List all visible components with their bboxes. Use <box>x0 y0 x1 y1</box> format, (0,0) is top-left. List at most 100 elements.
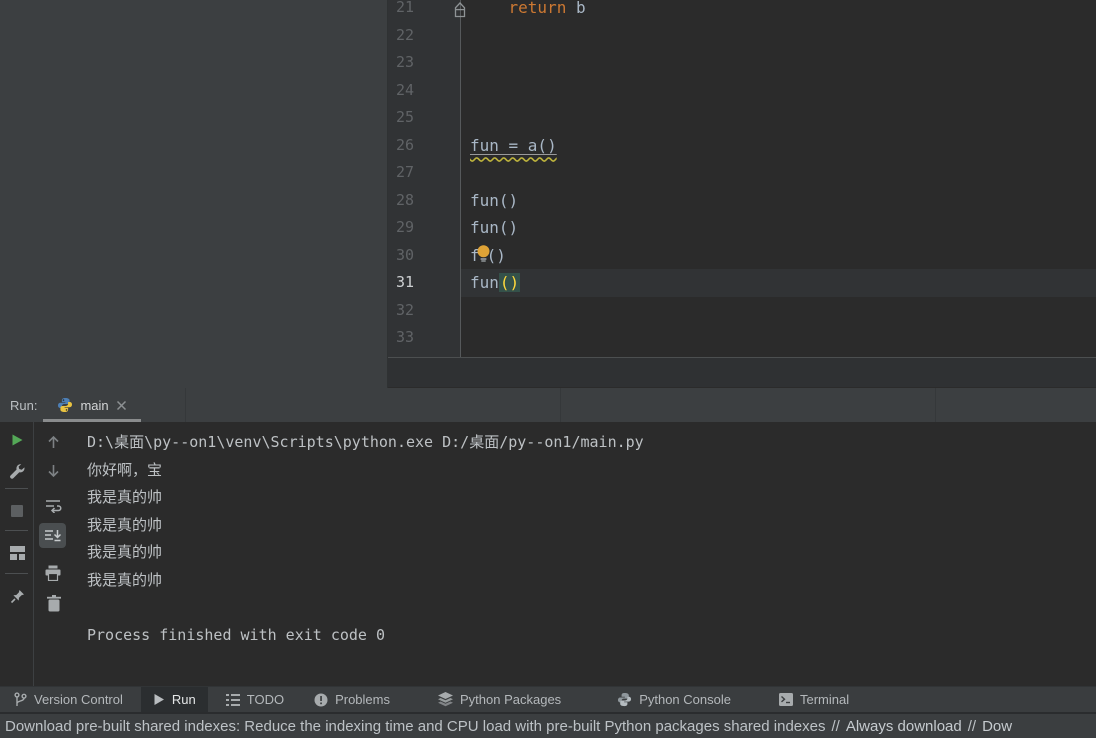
line-number: 27 <box>396 163 415 181</box>
header-divider <box>935 388 936 422</box>
line-number: 33 <box>396 328 415 346</box>
download-once-link-truncated[interactable]: Dow <box>982 718 1012 735</box>
toolwindow-run[interactable]: Run <box>140 687 208 712</box>
run-toolwindow-header: Run: main <box>0 388 1096 422</box>
toolwindow-label: Python Packages <box>460 692 562 707</box>
top-area: 21 return b 22 23 24 25 26 fun = a() 27 … <box>0 0 1096 388</box>
rerun-button[interactable] <box>6 429 28 451</box>
console-toolbar <box>34 422 72 686</box>
run-console-output[interactable]: D:\桌面\py--on1\venv\Scripts\python.exe D:… <box>72 422 1096 686</box>
console-line: 我是真的帅 <box>87 570 163 589</box>
run-toolwindow-body: D:\桌面\py--on1\venv\Scripts\python.exe D:… <box>0 422 1096 686</box>
console-line: 我是真的帅 <box>87 543 163 562</box>
code-text[interactable]: fun = a() <box>461 132 1096 160</box>
code-editor[interactable]: 21 return b 22 23 24 25 26 fun = a() 27 … <box>388 0 1096 358</box>
line-number: 30 <box>396 245 415 264</box>
toolwindow-bar: Version Control Run TODO Problems Python… <box>0 686 1096 712</box>
toolwindow-version-control[interactable]: Version Control <box>2 687 135 712</box>
console-line: 你好啊，宝 <box>87 460 163 479</box>
intention-bulb-icon[interactable] <box>477 243 490 271</box>
code-line: 22 <box>388 22 1096 50</box>
line-number: 32 <box>396 300 415 319</box>
editor-bottom-band <box>388 358 1096 387</box>
toolbar-separator <box>5 488 28 489</box>
status-separator: // <box>967 717 977 735</box>
console-line: 我是真的帅 <box>87 515 163 534</box>
toolwindow-problems[interactable]: Problems <box>302 687 402 712</box>
code-text[interactable]: fun() <box>461 187 1096 215</box>
code-text[interactable] <box>461 22 1096 50</box>
up-stack-trace-icon[interactable] <box>42 431 64 453</box>
code-text[interactable] <box>461 297 1096 325</box>
toolwindow-todo[interactable]: TODO <box>214 687 296 712</box>
code-line-current: 31 fun() <box>388 269 1096 297</box>
code-text[interactable] <box>461 159 1096 187</box>
line-number: 28 <box>396 190 415 209</box>
code-token: fun <box>470 273 499 292</box>
code-text[interactable] <box>461 324 1096 352</box>
close-icon[interactable] <box>116 400 127 411</box>
code-line: 30 f() <box>388 242 1096 270</box>
terminal-icon <box>778 693 793 706</box>
code-text[interactable]: fun() <box>461 214 1096 242</box>
python-console-icon <box>617 692 632 707</box>
line-number: 29 <box>396 218 415 236</box>
scroll-to-end-icon[interactable] <box>42 525 64 547</box>
toolwindow-label: Run <box>171 692 196 707</box>
toolwindow-label: Terminal <box>799 692 850 707</box>
toolbar-separator <box>5 573 28 574</box>
down-stack-trace-icon[interactable] <box>42 460 64 482</box>
code-line: 26 fun = a() <box>388 132 1096 160</box>
console-line: Process finished with exit code 0 <box>87 626 386 645</box>
header-divider <box>560 388 561 422</box>
warning-squiggle: fun = a() <box>470 136 557 155</box>
toolbar-separator <box>5 530 28 531</box>
code-line: 28 fun() <box>388 187 1096 215</box>
code-text[interactable] <box>461 104 1096 132</box>
line-number: 21 <box>396 0 415 16</box>
status-banner: Download pre-built shared indexes: Reduc… <box>0 712 1096 738</box>
toolwindow-python-packages[interactable]: Python Packages <box>426 687 573 712</box>
matched-paren-highlight: () <box>498 273 521 292</box>
soft-wrap-icon[interactable] <box>42 494 64 516</box>
stop-button[interactable] <box>6 500 28 522</box>
code-line: 29 fun() <box>388 214 1096 242</box>
code-token: fun() <box>470 218 519 237</box>
code-text[interactable]: fun() <box>461 269 1096 297</box>
code-line: 21 return b <box>388 0 1096 22</box>
fold-region-marker-icon[interactable] <box>452 1 468 23</box>
line-number: 25 <box>396 108 415 126</box>
run-play-icon <box>153 693 165 706</box>
print-icon[interactable] <box>42 562 64 584</box>
run-toolbar-left <box>0 422 34 686</box>
code-text[interactable] <box>461 77 1096 105</box>
toolwindow-label: Python Console <box>639 692 731 707</box>
python-logo-icon <box>57 397 73 413</box>
code-text[interactable] <box>461 49 1096 77</box>
code-token: fun() <box>470 190 519 210</box>
pin-icon[interactable] <box>6 585 28 607</box>
code-line: 24 <box>388 77 1096 105</box>
toolwindow-terminal[interactable]: Terminal <box>767 687 861 712</box>
code-text[interactable]: f() <box>461 242 1096 270</box>
code-line: 33 <box>388 324 1096 352</box>
line-number: 22 <box>396 25 415 44</box>
run-tab-main[interactable]: main <box>43 388 141 422</box>
line-number: 23 <box>396 53 415 71</box>
pycharm-window: 21 return b 22 23 24 25 26 fun = a() 27 … <box>0 0 1096 738</box>
wrench-icon[interactable] <box>6 460 28 482</box>
code-line: 32 <box>388 297 1096 325</box>
toolwindow-python-console[interactable]: Python Console <box>605 687 743 712</box>
always-download-link[interactable]: Always download <box>846 718 962 735</box>
toolwindow-label: Version Control <box>34 692 123 707</box>
code-text[interactable]: return b <box>461 0 1096 22</box>
code-lines: 21 return b 22 23 24 25 26 fun = a() 27 … <box>388 0 1096 352</box>
toolwindow-label: TODO <box>246 692 285 707</box>
status-message: Download pre-built shared indexes: Reduc… <box>5 717 826 735</box>
git-branch-icon <box>14 692 27 707</box>
left-panel <box>0 0 388 388</box>
restore-layout-icon[interactable] <box>6 542 28 564</box>
clear-all-trash-icon[interactable] <box>43 592 65 614</box>
